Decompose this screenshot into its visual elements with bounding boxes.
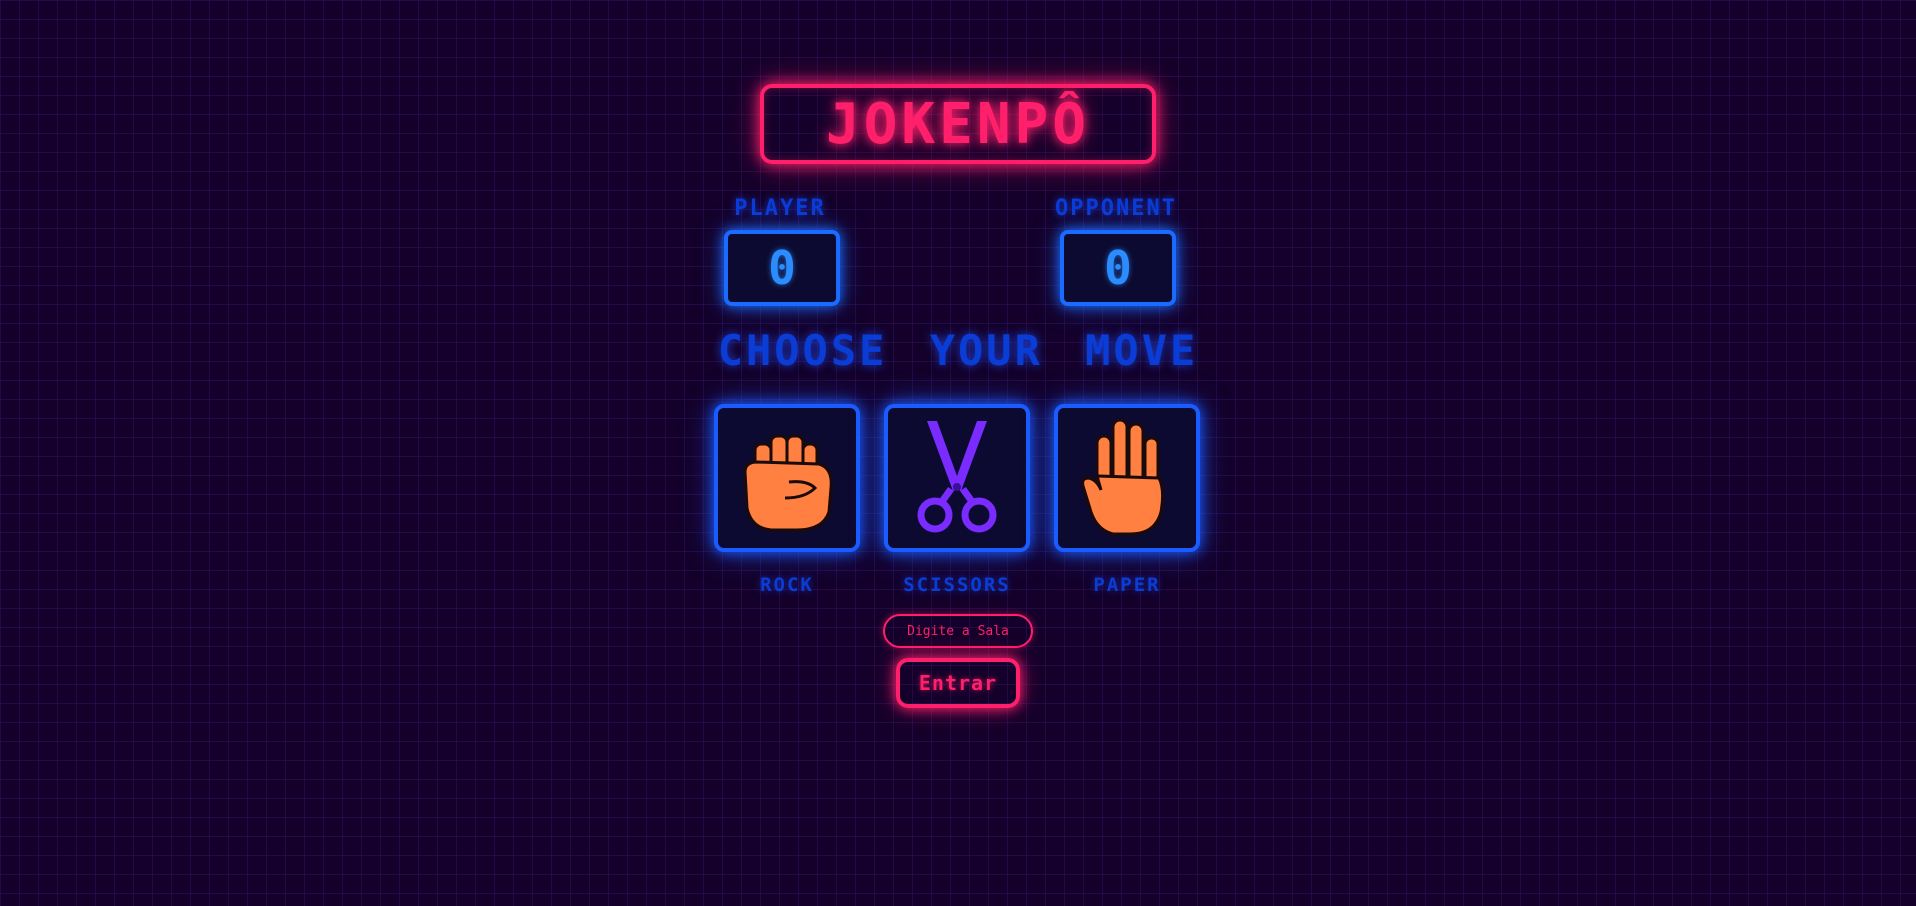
enter-button[interactable]: Entrar <box>896 658 1020 708</box>
rock-label: ROCK <box>760 574 814 596</box>
player-score-label: PLAYER <box>734 196 826 221</box>
player-score-box: 0 <box>724 230 840 306</box>
hand-icon <box>1081 418 1165 536</box>
scissors-button[interactable] <box>884 404 1030 552</box>
game-screen: JOKENPÔ PLAYER 0 OPPONENT 0 CHOOSE YOUR … <box>0 0 1916 906</box>
opponent-score-label: OPPONENT <box>1055 196 1177 221</box>
room-code-input[interactable] <box>883 614 1033 648</box>
scissors-label: SCISSORS <box>903 574 1011 596</box>
player-score-value: 0 <box>768 241 796 295</box>
opponent-score-value: 0 <box>1104 241 1132 295</box>
game-title: JOKENPÔ <box>825 91 1090 157</box>
paper-label: PAPER <box>1093 574 1161 596</box>
rock-button[interactable] <box>714 404 860 552</box>
title-banner: JOKENPÔ <box>760 84 1156 164</box>
opponent-score-box: 0 <box>1060 230 1176 306</box>
fist-icon <box>743 434 833 532</box>
scissors-icon <box>917 421 997 533</box>
choose-move-heading: CHOOSE YOUR MOVE <box>717 326 1199 375</box>
paper-button[interactable] <box>1054 404 1200 552</box>
